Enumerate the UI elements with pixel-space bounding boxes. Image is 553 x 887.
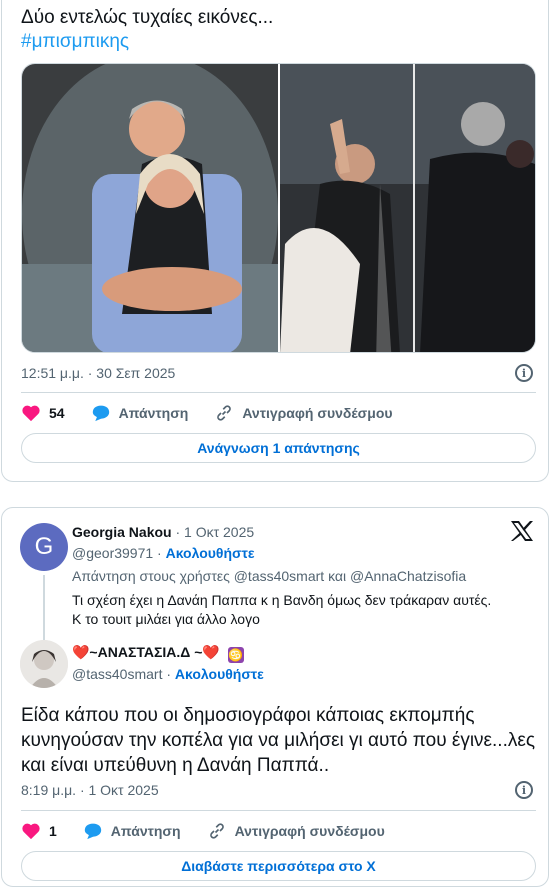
avatar[interactable]: G — [20, 523, 68, 571]
like-button[interactable]: 1 — [21, 822, 57, 840]
author-handle-row: @tass40smart · Ακολουθήστε — [72, 666, 264, 682]
reply-to-text: Απάντηση στους χρήστες @tass40smart και … — [72, 568, 467, 584]
photo-dance[interactable] — [280, 64, 535, 352]
reply-button[interactable]: Απάντηση — [91, 404, 189, 422]
read-more-on-x-button[interactable]: Διαβάστε περισσότερα στο X — [21, 851, 536, 881]
reply-label: Απάντηση — [110, 823, 181, 839]
hashtag-link[interactable]: #μπισμπικης — [21, 30, 129, 54]
follow-link[interactable]: Ακολουθήστε — [166, 545, 255, 561]
copy-link-button[interactable]: Αντιγραφή συνδέσμου — [214, 404, 393, 422]
link-icon — [217, 405, 232, 421]
tweet-text: Είδα κάπου που οι δημοσιογράφοι κάποιας … — [21, 705, 535, 776]
like-button[interactable]: 54 — [21, 404, 65, 422]
tweet-timestamp[interactable]: 12:51 μ.μ. · 30 Σεπ 2025 — [21, 365, 175, 381]
parent-handle[interactable]: @geor39971 · — [72, 545, 162, 561]
tweet-actions: 54 Απάντηση Αντιγραφή συνδέσμου — [21, 404, 419, 422]
read-replies-button[interactable]: Ανάγνωση 1 απάντησης — [21, 433, 536, 463]
tweet-actions: 1 Απάντηση Αντιγραφή συνδέσμου — [21, 822, 411, 840]
parent-handle-row: @geor39971 · Ακολουθήστε — [72, 545, 255, 561]
like-count: 54 — [49, 405, 65, 421]
link-icon — [209, 823, 224, 839]
author-name-text: ❤️~ΑΝΑΣΤΑΣΙΑ.Δ ~❤️ — [72, 644, 220, 660]
parent-text-line1: Τι σχέση έχει η Δανάη Παππα κ η Βανδη όμ… — [72, 592, 492, 608]
copy-link-label: Αντιγραφή συνδέσμου — [242, 405, 393, 421]
info-icon[interactable]: i — [515, 781, 533, 799]
parent-author-name[interactable]: Georgia Nakou · 1 Οκτ 2025 — [72, 524, 254, 540]
copy-link-label: Αντιγραφή συνδέσμου — [234, 823, 385, 839]
parent-text-line2: Κ το τουιτ μιλάει για άλλο λογο — [72, 611, 260, 627]
heart-icon — [22, 405, 40, 422]
reply-label: Απάντηση — [118, 405, 189, 421]
heart-icon — [22, 823, 40, 840]
cancer-zodiac-icon: ♋ — [227, 647, 244, 663]
avatar-letter: G — [34, 533, 54, 560]
like-count: 1 — [49, 823, 57, 839]
tweet-card-2: G Georgia Nakou · 1 Οκτ 2025 @geor39971 … — [1, 507, 549, 887]
info-icon[interactable]: i — [515, 364, 533, 382]
author-name[interactable]: ❤️~ΑΝΑΣΤΑΣΙΑ.Δ ~❤️ ♋ — [72, 644, 244, 663]
copy-link-button[interactable]: Αντιγραφή συνδέσμου — [207, 822, 385, 840]
follow-link[interactable]: Ακολουθήστε — [175, 666, 264, 682]
tweet-card-1: Δύο εντελώς τυχαίες εικόνες... #μπισμπικ… — [1, 0, 549, 482]
divider — [21, 810, 536, 811]
photo-couple[interactable] — [22, 64, 278, 352]
reply-button[interactable]: Απάντηση — [83, 822, 181, 840]
reply-bubble-icon — [84, 823, 101, 840]
tweet-media[interactable] — [21, 63, 536, 353]
x-logo-icon[interactable] — [510, 520, 534, 542]
tweet-text: Δύο εντελώς τυχαίες εικόνες... — [21, 7, 274, 28]
thread-line — [43, 575, 45, 645]
avatar[interactable] — [20, 640, 68, 688]
tweet-timestamp[interactable]: 8:19 μ.μ. · 1 Οκτ 2025 — [21, 782, 159, 798]
parent-date[interactable]: · 1 Οκτ 2025 — [175, 524, 254, 540]
divider — [21, 392, 536, 393]
reply-bubble-icon — [92, 405, 109, 422]
parent-name-text: Georgia Nakou — [72, 524, 172, 540]
author-handle[interactable]: @tass40smart · — [72, 666, 171, 682]
